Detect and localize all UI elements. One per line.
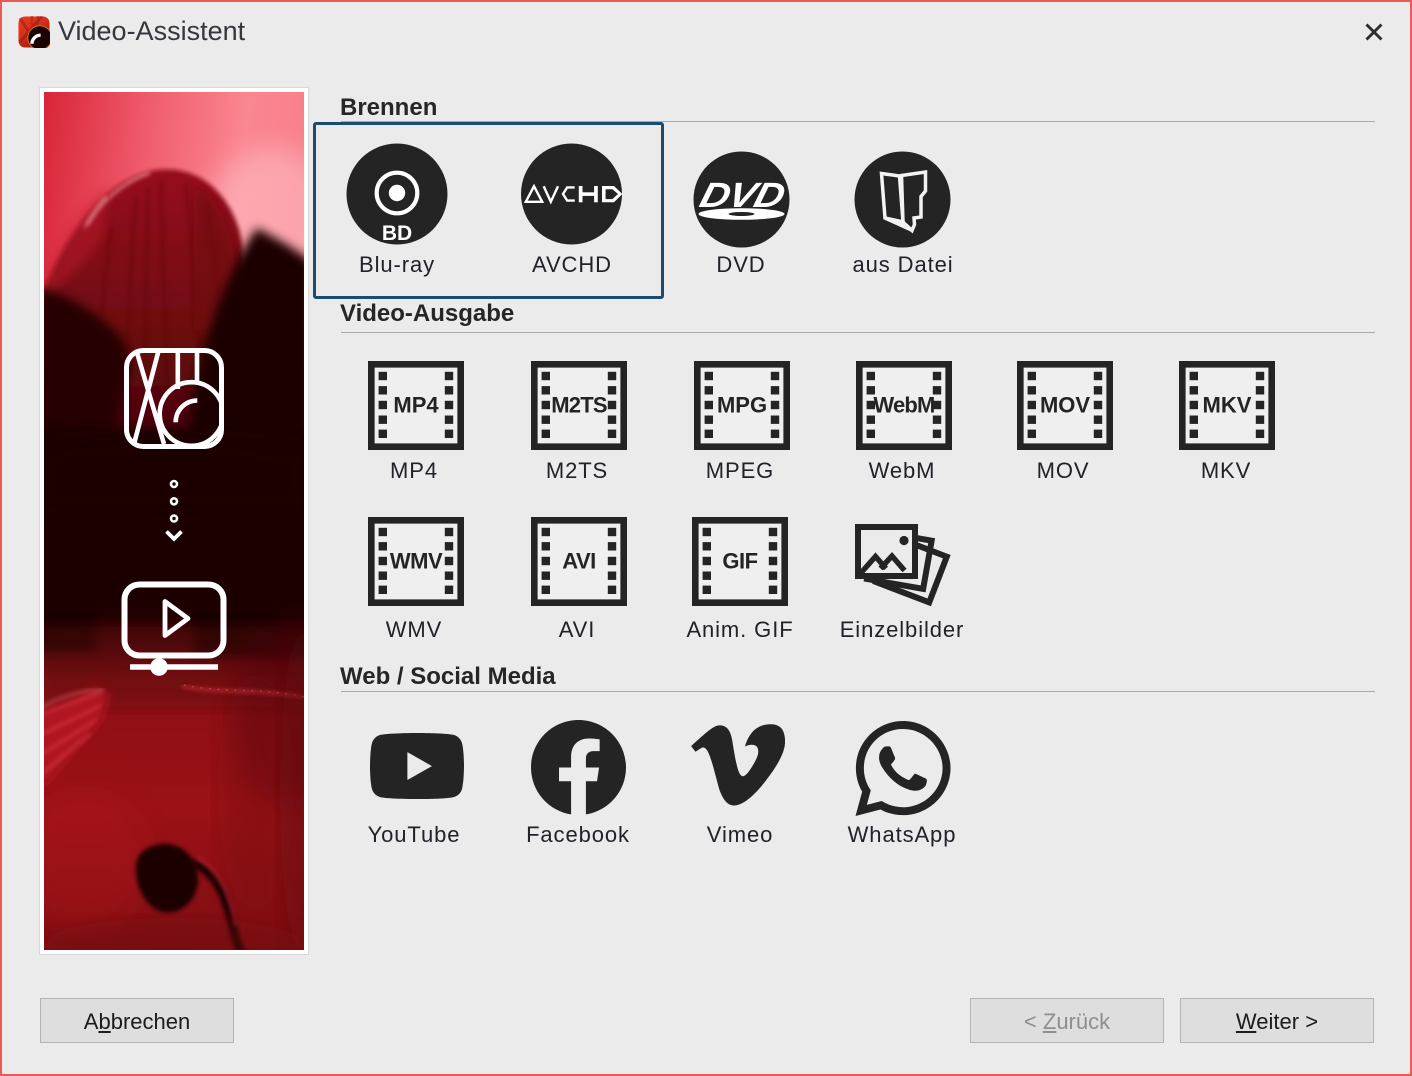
svg-text:AVI: AVI <box>562 549 596 574</box>
svg-text:BD: BD <box>382 222 412 245</box>
svg-text:MPG: MPG <box>717 393 767 418</box>
svg-text:M2TS: M2TS <box>551 393 607 418</box>
svg-text:WMV: WMV <box>390 549 443 574</box>
svg-text:MP4: MP4 <box>393 393 439 418</box>
svg-text:MKV: MKV <box>1203 393 1252 418</box>
svg-text:MOV: MOV <box>1040 393 1090 418</box>
svg-text:WebM: WebM <box>873 393 934 418</box>
svg-text:GIF: GIF <box>722 549 757 574</box>
